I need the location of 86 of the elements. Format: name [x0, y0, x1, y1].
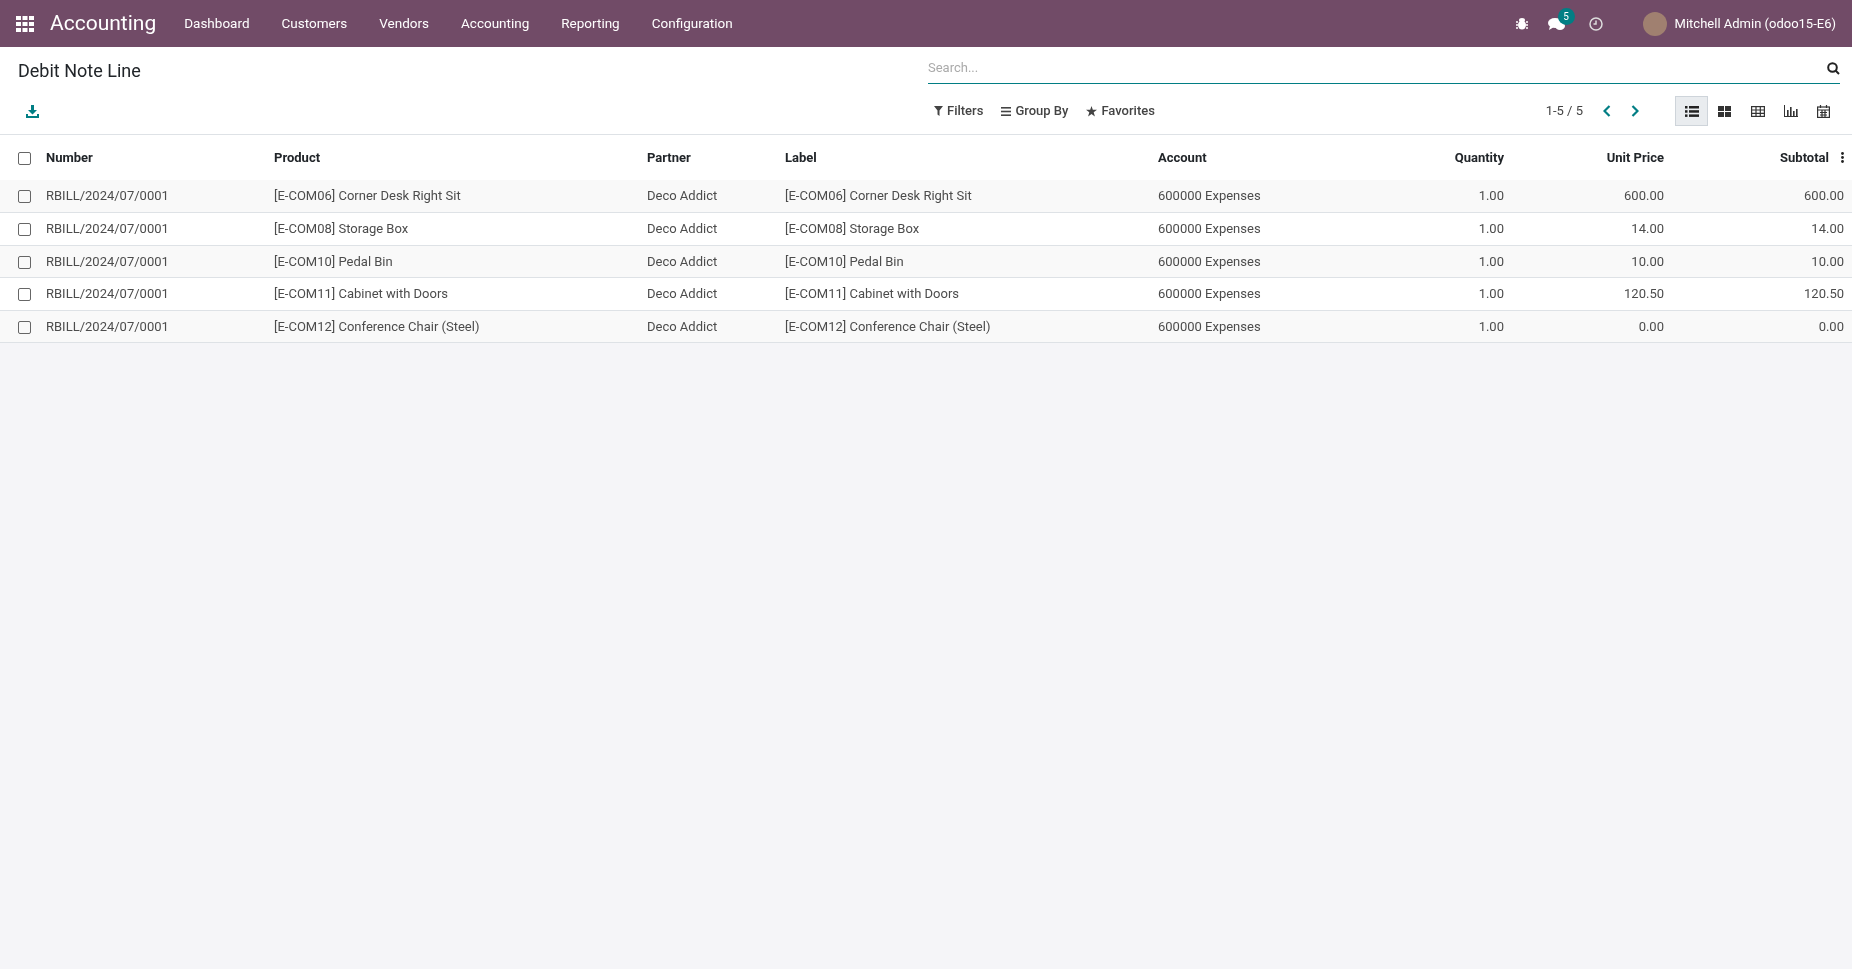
- table-cell: 600000 Expenses: [1158, 253, 1261, 269]
- menu-item[interactable]: Configuration: [635, 1, 749, 46]
- table-cell: 1.00: [1478, 221, 1504, 236]
- table-cell: 0.00: [1818, 318, 1844, 334]
- column-header[interactable]: Unit Price: [1606, 147, 1664, 168]
- table-cell: 1.00: [1478, 318, 1504, 334]
- table-cell: [E-COM12] Conference Chair (Steel): [274, 318, 480, 334]
- list-lines-icon: [1001, 106, 1012, 116]
- search-icon[interactable]: [1827, 62, 1840, 75]
- column-header[interactable]: Number: [46, 147, 93, 168]
- download-icon[interactable]: [26, 104, 39, 118]
- table-cell: Deco Addict: [647, 318, 718, 334]
- filter-menu-button[interactable]: Favorites: [1086, 101, 1155, 121]
- table-cell: [E-COM12] Conference Chair (Steel): [785, 318, 991, 334]
- calendar-view-icon: [1817, 104, 1830, 118]
- next-page-button[interactable]: [1631, 105, 1639, 117]
- table-cell: 120.50: [1624, 286, 1664, 301]
- list-view-icon: [1684, 105, 1699, 117]
- search-field[interactable]: Search...: [928, 52, 1840, 84]
- column-header[interactable]: Partner: [647, 147, 691, 168]
- bug-icon[interactable]: [1515, 17, 1528, 30]
- table-cell: 120.50: [1804, 286, 1844, 301]
- column-header[interactable]: Label: [785, 147, 817, 168]
- table-cell: 14.00: [1631, 221, 1664, 236]
- pivot-view-icon: [1750, 105, 1765, 117]
- menu-item[interactable]: Accounting: [445, 1, 546, 46]
- column-header[interactable]: Subtotal: [1780, 147, 1829, 168]
- checkbox[interactable]: [18, 190, 31, 204]
- checkbox[interactable]: [18, 151, 31, 165]
- table-cell: Deco Addict: [647, 188, 718, 204]
- table-cell: 1.00: [1478, 286, 1504, 301]
- column-header[interactable]: Product: [274, 147, 321, 168]
- filter-menu-button[interactable]: Filters: [934, 101, 984, 121]
- table-cell: 1.00: [1478, 188, 1504, 204]
- menu-item[interactable]: Customers: [265, 1, 364, 46]
- table-cell: [E-COM06] Corner Desk Right Sit: [274, 188, 461, 204]
- menu-item[interactable]: Vendors: [363, 1, 445, 46]
- column-header[interactable]: Quantity: [1454, 147, 1504, 168]
- table-cell: 600000 Expenses: [1158, 318, 1261, 334]
- table-cell: RBILL/2024/07/0001: [46, 318, 169, 334]
- table-cell: [E-COM10] Pedal Bin: [785, 253, 904, 269]
- page-title: Debit Note Line: [18, 58, 142, 83]
- table-cell: Deco Addict: [647, 253, 718, 269]
- menu-item[interactable]: Reporting: [545, 1, 636, 46]
- table-cell: [E-COM11] Cabinet with Doors: [274, 286, 449, 301]
- table-cell: RBILL/2024/07/0001: [46, 188, 169, 204]
- table-cell: [E-COM11] Cabinet with Doors: [785, 286, 960, 301]
- checkbox[interactable]: [18, 288, 31, 302]
- table-cell: 14.00: [1811, 221, 1844, 236]
- checkbox[interactable]: [18, 320, 31, 334]
- checkbox[interactable]: [18, 223, 31, 237]
- message-count-badge: 5: [1557, 7, 1575, 25]
- filter-menu-button[interactable]: Group By: [1001, 101, 1069, 121]
- graph-view-icon: [1783, 105, 1798, 117]
- user-menu[interactable]: Mitchell Admin (odoo15-E6): [1674, 13, 1836, 34]
- table-cell: Deco Addict: [647, 221, 718, 236]
- table-cell: 600.00: [1804, 188, 1844, 204]
- table-cell: 600000 Expenses: [1158, 286, 1261, 301]
- column-header[interactable]: Account: [1158, 147, 1207, 168]
- table-cell: 10.00: [1631, 253, 1664, 269]
- app-title[interactable]: Accounting: [50, 7, 157, 40]
- table-cell: [E-COM06] Corner Desk Right Sit: [785, 188, 972, 204]
- pager-value: 1-5 / 5: [1545, 102, 1583, 121]
- star-icon: [1086, 105, 1098, 117]
- apps-menu-icon[interactable]: [16, 15, 34, 32]
- kanban-view-icon: [1718, 105, 1731, 117]
- checkbox[interactable]: [18, 255, 31, 269]
- table-cell: 600000 Expenses: [1158, 221, 1261, 236]
- table-cell: [E-COM08] Storage Box: [274, 221, 409, 236]
- table-cell: Deco Addict: [647, 286, 718, 301]
- table-cell: [E-COM08] Storage Box: [785, 221, 920, 236]
- table-cell: RBILL/2024/07/0001: [46, 286, 169, 301]
- table-cell: 0.00: [1638, 318, 1664, 334]
- table-cell: 1.00: [1478, 253, 1504, 269]
- table-cell: 10.00: [1811, 253, 1844, 269]
- table-cell: RBILL/2024/07/0001: [46, 221, 169, 236]
- menu-item[interactable]: Dashboard: [168, 1, 266, 46]
- table-cell: 600.00: [1624, 188, 1664, 204]
- kebab-menu-icon[interactable]: [1841, 152, 1844, 163]
- table-cell: 600000 Expenses: [1158, 188, 1261, 204]
- list-view-button[interactable]: [1675, 96, 1708, 126]
- table-cell: RBILL/2024/07/0001: [46, 253, 169, 269]
- previous-page-button[interactable]: [1603, 105, 1611, 117]
- clock-icon[interactable]: [1588, 16, 1603, 31]
- table-cell: [E-COM10] Pedal Bin: [274, 253, 393, 269]
- filter-icon: [934, 106, 943, 116]
